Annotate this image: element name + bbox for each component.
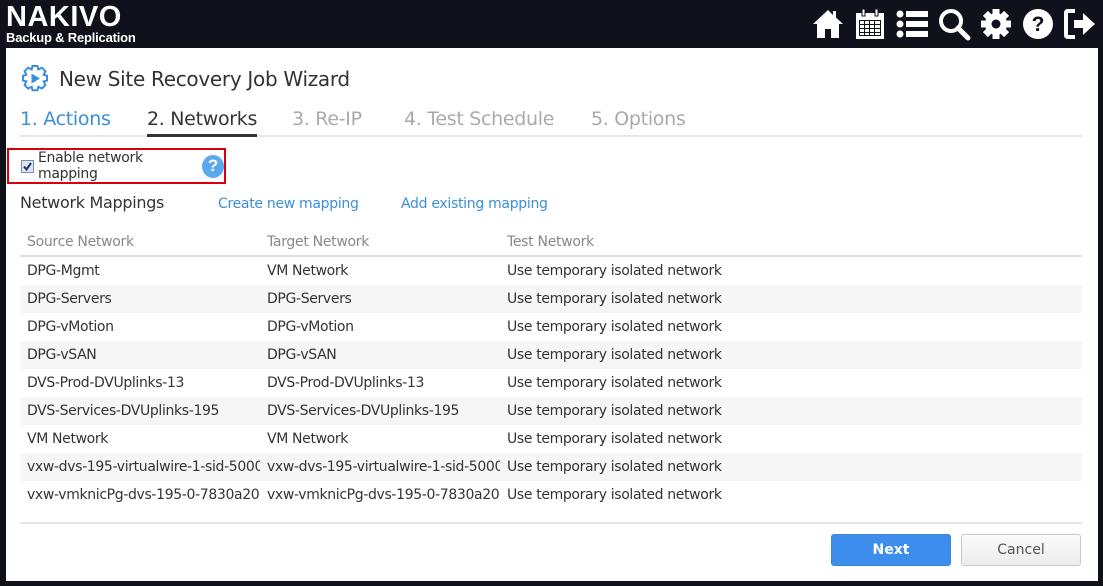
home-icon[interactable] — [811, 6, 845, 42]
target-network-cell: DPG-Servers — [267, 291, 352, 307]
source-network-cell: vxw-vmknicPg-dvs-195-0-7830a20b-... — [27, 487, 260, 503]
step-options[interactable]: 5. Options — [591, 108, 686, 134]
table-row[interactable]: VM Network VM Network Use temporary isolat… — [20, 425, 1082, 453]
test-network-cell: Use temporary isolated network — [507, 263, 722, 279]
target-network-cell: DVS-Services-DVUplinks-195 — [267, 403, 460, 419]
target-network-cell: DPG-vMotion — [267, 319, 354, 335]
source-network-cell: DPG-vSAN — [27, 347, 97, 363]
table-row[interactable]: DVS-Prod-DVUplinks-13 DVS-Prod-DVUplinks-… — [20, 369, 1082, 397]
step-networks[interactable]: 2. Networks — [147, 108, 257, 137]
play-gear-icon — [20, 64, 50, 94]
table-row[interactable]: DPG-vMotion DPG-vMotion Use temporary isol… — [20, 313, 1082, 341]
test-network-cell: Use temporary isolated network — [507, 459, 722, 475]
search-icon[interactable] — [937, 6, 971, 42]
step-test-schedule[interactable]: 4. Test Schedule — [404, 108, 554, 134]
test-network-cell: Use temporary isolated network — [507, 291, 722, 307]
enable-network-mapping-label[interactable]: Enable network mapping — [38, 150, 199, 182]
add-existing-mapping-link[interactable]: Add existing mapping — [401, 196, 548, 212]
enable-network-mapping-checkbox[interactable] — [21, 159, 34, 173]
test-network-cell: Use temporary isolated network — [507, 319, 722, 335]
source-network-cell: DVS-Services-DVUplinks-195 — [27, 403, 220, 419]
source-network-cell: DPG-Servers — [27, 291, 112, 307]
logo-subtitle: Backup & Replication — [6, 30, 136, 45]
wizard-header: New Site Recovery Job Wizard — [20, 64, 350, 94]
table-row[interactable]: DPG-Mgmt VM Network Use temporary isolated… — [20, 257, 1082, 285]
network-mappings-title: Network Mappings — [20, 193, 165, 212]
calendar-icon[interactable] — [853, 6, 887, 42]
wizard-dialog: New Site Recovery Job Wizard 1. Actions … — [6, 48, 1098, 581]
source-network-cell: vxw-dvs-195-virtualwire-1-sid-5000-... — [27, 459, 260, 475]
list-icon[interactable] — [895, 6, 929, 42]
target-network-cell: DVS-Prod-DVUplinks-13 — [267, 375, 425, 391]
target-network-cell: VM Network — [267, 263, 349, 279]
step-actions[interactable]: 1. Actions — [20, 108, 111, 134]
top-bar: NAKIVO Backup & Replication ? — [0, 0, 1103, 48]
create-new-mapping-link[interactable]: Create new mapping — [218, 196, 359, 212]
column-header-test[interactable]: Test Network — [500, 231, 1082, 255]
wizard-steps: 1. Actions 2. Networks 3. Re-IP 4. Test … — [20, 108, 1082, 137]
source-network-cell: DPG-Mgmt — [27, 263, 100, 279]
logo-brand: NAKIVO — [6, 1, 122, 33]
source-network-cell: DPG-vMotion — [27, 319, 114, 335]
table-row[interactable]: DPG-Servers DPG-Servers Use temporary isol… — [20, 285, 1082, 313]
test-network-cell: Use temporary isolated network — [507, 431, 722, 447]
target-network-cell: DPG-vSAN — [267, 347, 337, 363]
table-body: DPG-Mgmt VM Network Use temporary isolated… — [20, 257, 1082, 509]
nakivo-logo[interactable]: NAKIVO Backup & Replication — [6, 3, 136, 45]
cancel-button[interactable]: Cancel — [961, 534, 1081, 566]
test-network-cell: Use temporary isolated network — [507, 375, 722, 391]
column-header-source[interactable]: Source Network — [20, 231, 260, 255]
top-toolbar: ? — [811, 6, 1097, 42]
svg-text:?: ? — [1032, 13, 1045, 36]
target-network-cell: vxw-dvs-195-virtualwire-1-sid-5000-... — [267, 459, 500, 475]
table-row[interactable]: vxw-vmknicPg-dvs-195-0-7830a20b-... vxw-v… — [20, 481, 1082, 509]
gear-icon[interactable] — [979, 6, 1013, 42]
help-icon[interactable]: ? — [1021, 6, 1055, 42]
target-network-cell: vxw-vmknicPg-dvs-195-0-7830a20b-... — [267, 487, 500, 503]
test-network-cell: Use temporary isolated network — [507, 487, 722, 503]
logout-icon[interactable] — [1063, 6, 1097, 42]
table-header: Source Network Target Network Test Netwo… — [20, 231, 1082, 257]
source-network-cell: VM Network — [27, 431, 109, 447]
column-header-target[interactable]: Target Network — [260, 231, 500, 255]
network-mappings-table: Source Network Target Network Test Netwo… — [20, 231, 1082, 509]
footer-divider — [20, 522, 1082, 524]
help-icon[interactable]: ? — [202, 154, 224, 178]
table-row[interactable]: vxw-dvs-195-virtualwire-1-sid-5000-... vx… — [20, 453, 1082, 481]
next-button[interactable]: Next — [831, 534, 951, 566]
enable-network-mapping-highlight: Enable network mapping ? — [7, 148, 226, 184]
test-network-cell: Use temporary isolated network — [507, 347, 722, 363]
source-network-cell: DVS-Prod-DVUplinks-13 — [27, 375, 185, 391]
wizard-title: New Site Recovery Job Wizard — [59, 67, 350, 91]
table-row[interactable]: DVS-Services-DVUplinks-195 DVS-Services-D… — [20, 397, 1082, 425]
target-network-cell: VM Network — [267, 431, 349, 447]
network-mappings-header: Network Mappings Create new mapping Add … — [20, 193, 1082, 215]
test-network-cell: Use temporary isolated network — [507, 403, 722, 419]
table-row[interactable]: DPG-vSAN DPG-vSAN Use temporary isolated n… — [20, 341, 1082, 369]
step-re-ip[interactable]: 3. Re-IP — [292, 108, 362, 134]
